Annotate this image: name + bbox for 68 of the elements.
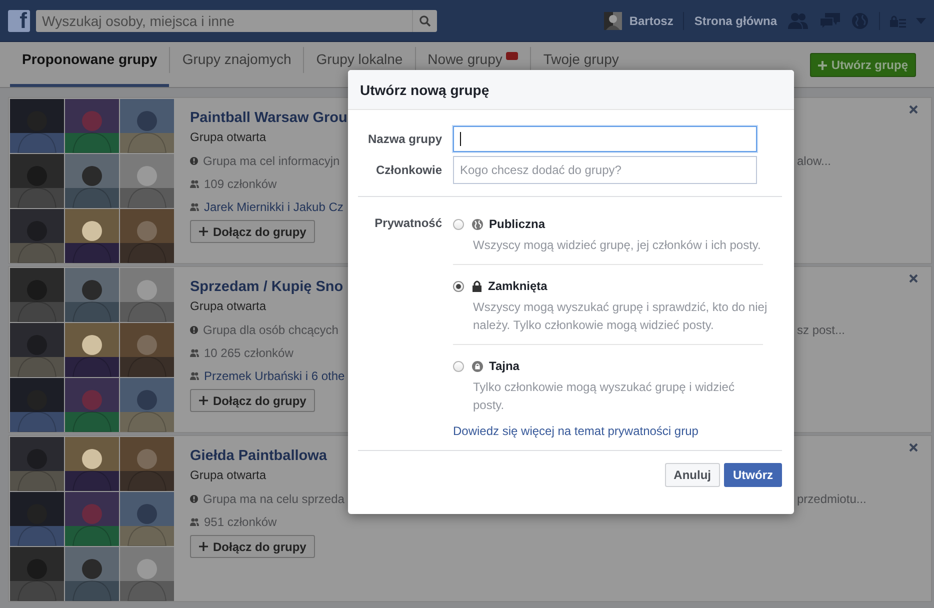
field-label: Prywatność bbox=[374, 215, 442, 232]
tab[interactable]: Proponowane grupy bbox=[10, 50, 170, 87]
privacy-option-description: Wszyscy mogą wyszukać grupę i sprawdzić, kto do niej należy. Tylko członkowie mogą widzieć posty. bbox=[473, 299, 768, 334]
close-icon[interactable] bbox=[909, 443, 918, 452]
plus-icon bbox=[818, 60, 828, 70]
members-icon bbox=[190, 372, 199, 380]
friends-link[interactable]: Przemek Urbański i 6 othe bbox=[204, 368, 345, 382]
privacy-option-label[interactable]: Publiczna bbox=[489, 217, 546, 231]
field-label: Członkowie bbox=[374, 163, 442, 177]
members-icon bbox=[190, 202, 199, 210]
cancel-button[interactable]: Anuluj bbox=[664, 463, 720, 487]
members-field[interactable]: Kogo chcesz dodać do grupy? bbox=[453, 156, 757, 184]
tab[interactable]: Grupy znajomych bbox=[170, 50, 304, 68]
tab[interactable]: Nowe grupy bbox=[416, 50, 530, 68]
field-label: Nazwa grupy bbox=[366, 132, 442, 146]
learn-more-link[interactable]: Dowiedz się więcej na temat prywatności grup bbox=[453, 424, 763, 438]
member-count: 951 członków bbox=[204, 514, 277, 528]
home-link[interactable]: Strona główna bbox=[694, 14, 777, 28]
privacy-option-description: Tylko członkowie mogą wyszukać grupę i widzieć posty. bbox=[473, 379, 736, 414]
globe-icon bbox=[472, 218, 483, 230]
dialog-title: Utwórz nową grupę bbox=[360, 82, 490, 98]
plus-icon bbox=[199, 227, 208, 236]
radio-button[interactable] bbox=[453, 360, 464, 372]
privacy-option-label[interactable]: Zamknięta bbox=[488, 279, 548, 293]
info-icon bbox=[190, 156, 198, 164]
join-group-button[interactable]: Dołącz do grupy bbox=[190, 535, 316, 558]
members-icon bbox=[190, 180, 199, 188]
lock-icon bbox=[472, 280, 482, 292]
join-group-button[interactable]: Dołącz do grupy bbox=[190, 389, 316, 412]
info-icon bbox=[190, 494, 198, 502]
create-group-button[interactable]: Utwórz grupę bbox=[810, 53, 916, 77]
radio-button[interactable] bbox=[453, 280, 464, 292]
profile-link[interactable]: Bartosz bbox=[629, 14, 674, 28]
group-type: Grupa otwarta bbox=[190, 468, 268, 482]
group-type: Grupa otwarta bbox=[190, 299, 268, 313]
info-icon bbox=[190, 326, 198, 334]
member-count: 10 265 członków bbox=[204, 346, 294, 360]
group-name-link[interactable]: Sprzedam / Kupię Sno bbox=[190, 279, 351, 295]
group-description: alow... bbox=[797, 154, 832, 168]
group-name-field[interactable] bbox=[453, 126, 757, 152]
privacy-option-description: Wszyscy mogą widzieć grupę, jej członków i ich posty. bbox=[473, 237, 762, 254]
search-button[interactable] bbox=[412, 10, 437, 32]
group-description: sz post... bbox=[797, 323, 846, 337]
join-group-button[interactable]: Dołącz do grupy bbox=[190, 220, 316, 243]
group-type: Grupa otwarta bbox=[190, 130, 268, 144]
search-field[interactable]: Wyszukaj osoby, miejsca i inne bbox=[36, 10, 412, 32]
group-name-link[interactable]: Giełda Paintballowa bbox=[190, 448, 351, 464]
privacy-option-label[interactable]: Tajna bbox=[489, 359, 520, 373]
member-count: 109 członków bbox=[204, 176, 277, 190]
group-description: Grupa ma cel informacyjn bbox=[203, 154, 340, 168]
group-description: Grupa ma na celu sprzeda bbox=[203, 492, 344, 506]
search-icon bbox=[419, 14, 431, 26]
plus-icon bbox=[199, 542, 208, 551]
tab[interactable]: Twoje grupy bbox=[531, 50, 631, 68]
friends-link[interactable]: Jarek Miernikki i Jakub Cz bbox=[204, 200, 344, 214]
close-icon[interactable] bbox=[909, 105, 918, 114]
plus-icon bbox=[199, 396, 208, 405]
logo-icon[interactable]: f bbox=[8, 10, 30, 32]
create-button[interactable]: Utwórz bbox=[724, 463, 782, 487]
close-icon[interactable] bbox=[909, 274, 918, 283]
group-description: przedmiotu... bbox=[797, 492, 866, 506]
tab[interactable]: Grupy lokalne bbox=[304, 50, 415, 68]
radio-button[interactable] bbox=[453, 218, 464, 230]
members-icon bbox=[190, 518, 199, 526]
members-icon bbox=[190, 348, 199, 356]
group-description: Grupa dla osób chcących bbox=[203, 322, 338, 336]
lock-icon bbox=[472, 360, 483, 372]
group-name-link[interactable]: Paintball Warsaw Grou bbox=[190, 110, 351, 126]
